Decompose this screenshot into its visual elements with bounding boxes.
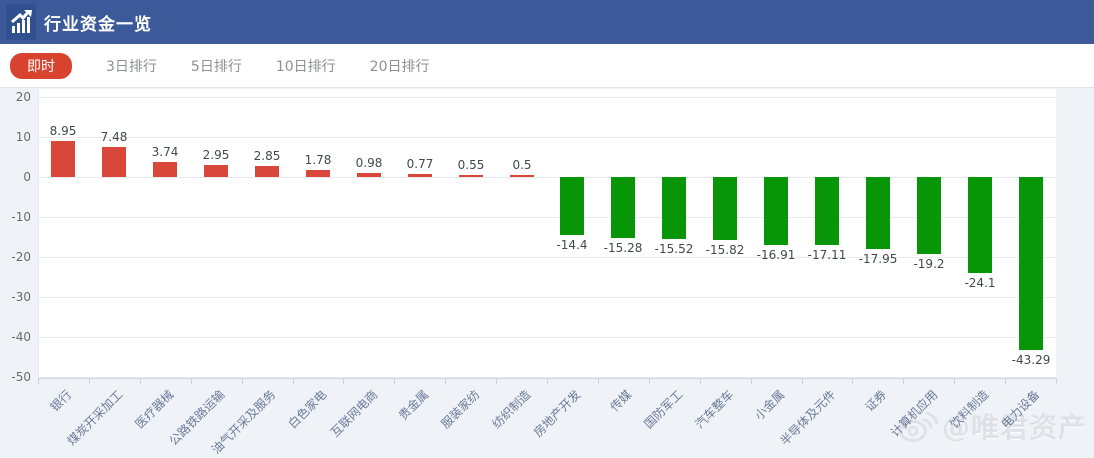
- bar-value-label: -19.2: [899, 257, 959, 271]
- bar-value-label: -43.29: [1001, 353, 1061, 367]
- y-axis-tick-label: -20: [0, 250, 31, 264]
- x-axis-tick: [852, 379, 853, 384]
- bar-半导体及元件[interactable]: [815, 177, 839, 245]
- industry-funds-bar-chart: @唯君资产 20100-10-20-30-40-508.95银行7.48煤炭开采…: [0, 88, 1094, 458]
- bar-饮料制造[interactable]: [968, 177, 992, 273]
- gridline: [38, 137, 1056, 138]
- x-axis-tick: [343, 379, 344, 384]
- gridline: [38, 217, 1056, 218]
- x-axis-tick: [445, 379, 446, 384]
- x-axis-tick: [38, 379, 39, 384]
- industry-funds-panel: 行业资金一览 即时 3日排行 5日排行 10日排行 20日排行 @唯君资产 20…: [0, 0, 1094, 458]
- y-axis-tick-label: -40: [0, 330, 31, 344]
- bar-服装家纺[interactable]: [459, 175, 483, 177]
- bar-房地产开发[interactable]: [560, 177, 584, 235]
- x-axis-tick: [89, 379, 90, 384]
- panel-header: 行业资金一览: [0, 0, 1094, 44]
- x-axis-tick: [496, 379, 497, 384]
- gridline: [38, 177, 1056, 178]
- x-axis-tick: [700, 379, 701, 384]
- tab-5day[interactable]: 5日排行: [191, 56, 242, 76]
- gridline: [38, 297, 1056, 298]
- y-axis-tick-label: -30: [0, 290, 31, 304]
- bar-计算机应用[interactable]: [917, 177, 941, 254]
- bar-煤炭开采加工[interactable]: [102, 147, 126, 177]
- bar-白色家电[interactable]: [306, 170, 330, 177]
- tab-10day[interactable]: 10日排行: [276, 56, 336, 76]
- bar-电力设备[interactable]: [1019, 177, 1043, 350]
- bar-纺织制造[interactable]: [510, 175, 534, 177]
- bar-传媒[interactable]: [611, 177, 635, 238]
- bar-医疗器械[interactable]: [153, 162, 177, 177]
- bar-证券[interactable]: [866, 177, 890, 249]
- tab-3day[interactable]: 3日排行: [106, 56, 157, 76]
- y-axis-tick-label: 20: [0, 90, 31, 104]
- ranking-tabbar: 即时 3日排行 5日排行 10日排行 20日排行: [0, 44, 1094, 88]
- x-axis-tick: [191, 379, 192, 384]
- bar-公路铁路运输[interactable]: [204, 165, 228, 177]
- page-title: 行业资金一览: [44, 10, 152, 35]
- tab-20day[interactable]: 20日排行: [370, 56, 430, 76]
- bar-value-label: 0.5: [492, 158, 552, 172]
- bar-贵金属[interactable]: [408, 174, 432, 177]
- x-axis-tick: [1005, 379, 1006, 384]
- bar-小金属[interactable]: [764, 177, 788, 245]
- y-axis-tick-label: -10: [0, 210, 31, 224]
- plot-background: [38, 89, 1056, 378]
- tab-realtime[interactable]: 即时: [10, 53, 72, 79]
- bar-value-label: -24.1: [950, 276, 1010, 290]
- x-axis-tick: [649, 379, 650, 384]
- x-axis-tick: [1056, 379, 1057, 384]
- x-axis-tick: [598, 379, 599, 384]
- x-axis-tick: [802, 379, 803, 384]
- y-axis-tick-label: 10: [0, 130, 31, 144]
- x-axis-tick: [242, 379, 243, 384]
- bar-银行[interactable]: [51, 141, 75, 177]
- bar-汽车整车[interactable]: [713, 177, 737, 240]
- x-axis-tick: [903, 379, 904, 384]
- x-axis-tick: [140, 379, 141, 384]
- bar-value-label: 7.48: [84, 130, 144, 144]
- gridline: [38, 337, 1056, 338]
- bar-油气开采及服务[interactable]: [255, 166, 279, 177]
- x-axis-tick: [751, 379, 752, 384]
- x-axis-tick: [394, 379, 395, 384]
- x-axis-tick: [954, 379, 955, 384]
- bar-互联网电商[interactable]: [357, 173, 381, 177]
- x-axis-tick: [547, 379, 548, 384]
- y-axis-tick-label: 0: [0, 170, 31, 184]
- gridline: [38, 97, 1056, 98]
- chart-rising-icon: [6, 4, 36, 40]
- bar-国防军工[interactable]: [662, 177, 686, 239]
- x-axis-tick: [293, 379, 294, 384]
- y-axis-tick-label: -50: [0, 370, 31, 384]
